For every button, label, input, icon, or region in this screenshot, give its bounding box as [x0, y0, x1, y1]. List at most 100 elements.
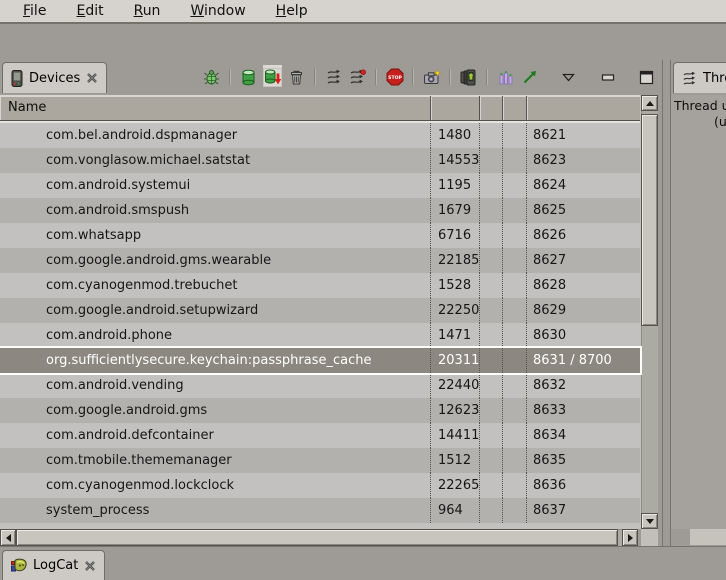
- blank-cell: [480, 173, 503, 198]
- vertical-scrollbar[interactable]: [641, 95, 658, 529]
- process-name: com.android.vending: [0, 373, 431, 398]
- debug-process-icon[interactable]: [202, 68, 221, 87]
- profiling-arrow-icon[interactable]: [520, 68, 539, 87]
- process-name: com.cyanogenmod.lockclock: [0, 473, 431, 498]
- right-arrow-icon: [628, 534, 633, 542]
- up-arrow-icon: [646, 101, 654, 106]
- table-row[interactable]: com.vonglasow.michael.satstat145538623: [0, 148, 640, 173]
- blank-cell: [503, 498, 527, 523]
- process-pid: 12623: [431, 398, 480, 423]
- column-header-port[interactable]: [527, 96, 640, 120]
- table-row[interactable]: system_process9648637: [0, 498, 640, 523]
- scroll-left-button[interactable]: [0, 529, 16, 546]
- process-name: org.sufficientlysecure.keychain:passphra…: [0, 348, 431, 373]
- table-row[interactable]: com.cyanogenmod.lockclock222658636: [0, 473, 640, 498]
- process-pid: 22250: [431, 298, 480, 323]
- process-port: 8630: [527, 323, 640, 348]
- table-row[interactable]: com.cyanogenmod.trebuchet15288628: [0, 273, 640, 298]
- table-row[interactable]: com.google.android.gms.wearable221858627: [0, 248, 640, 273]
- toolbar-separator: [412, 69, 414, 85]
- process-name: com.google.android.setupwizard: [0, 298, 431, 323]
- update-heap-icon[interactable]: [239, 68, 258, 87]
- logcat-bar: LogCat: [0, 546, 726, 578]
- table-row[interactable]: com.google.android.setupwizard222508629: [0, 298, 640, 323]
- close-icon[interactable]: [86, 72, 98, 84]
- menu-window[interactable]: Window: [177, 1, 258, 21]
- blank-cell: [480, 248, 503, 273]
- toolbar-separator: [229, 69, 231, 85]
- menu-bar: File Edit Run Window Help: [0, 0, 726, 24]
- screen-capture-icon[interactable]: [422, 68, 441, 87]
- scroll-down-button[interactable]: [641, 513, 658, 529]
- process-pid: 964: [431, 498, 480, 523]
- table-row[interactable]: com.bel.android.dspmanager14808621: [0, 123, 640, 148]
- process-port: 8626: [527, 223, 640, 248]
- minimize-icon[interactable]: [598, 68, 617, 87]
- dump-hprof-icon[interactable]: [263, 68, 282, 87]
- blank-cell: [480, 473, 503, 498]
- table-row[interactable]: com.android.defcontainer144118634: [0, 423, 640, 448]
- toolbar-separator: [449, 69, 451, 85]
- scroll-up-button[interactable]: [641, 95, 658, 111]
- close-icon[interactable]: [84, 560, 96, 572]
- cause-gc-icon[interactable]: [287, 68, 306, 87]
- maximize-icon[interactable]: [637, 68, 656, 87]
- process-name: com.android.phone: [0, 323, 431, 348]
- view-menu-icon[interactable]: [559, 68, 578, 87]
- scrollbar-corner: [641, 529, 658, 546]
- device-screen-icon[interactable]: [459, 68, 478, 87]
- table-row[interactable]: com.android.vending224408632: [0, 373, 640, 398]
- menu-help[interactable]: Help: [263, 1, 321, 21]
- process-port: 8635: [527, 448, 640, 473]
- tab-logcat[interactable]: LogCat: [2, 550, 105, 580]
- tab-threads[interactable]: Threads: [673, 62, 726, 93]
- process-pid: 22265: [431, 473, 480, 498]
- process-pid: 1679: [431, 198, 480, 223]
- process-pid: 1480: [431, 123, 480, 148]
- process-pid: 1528: [431, 273, 480, 298]
- table-row[interactable]: com.android.smspush16798625: [0, 198, 640, 223]
- column-header-blank2[interactable]: [503, 96, 527, 120]
- blank-cell: [503, 373, 527, 398]
- table-row[interactable]: com.google.android.gms126238633: [0, 398, 640, 423]
- tab-devices[interactable]: Devices: [2, 62, 107, 93]
- table-row[interactable]: com.whatsapp6716 8626: [0, 223, 640, 248]
- devices-tabbar: Devices: [0, 60, 662, 93]
- update-threads-icon[interactable]: [324, 68, 343, 87]
- column-header-pid[interactable]: [431, 96, 480, 120]
- process-pid: 20311: [431, 348, 480, 373]
- process-name: com.vonglasow.michael.satstat: [0, 148, 431, 173]
- process-port: 8632: [527, 373, 640, 398]
- logcat-tab-label: LogCat: [33, 558, 78, 573]
- table-row[interactable]: com.android.systemui11958624: [0, 173, 640, 198]
- blank-cell: [480, 323, 503, 348]
- horizontal-scrollbar[interactable]: [0, 529, 638, 546]
- sysinfo-icon[interactable]: [496, 68, 515, 87]
- toolbar-separator: [486, 69, 488, 85]
- process-name: com.whatsapp: [0, 223, 431, 248]
- down-arrow-icon: [646, 519, 654, 524]
- horizontal-scrollbar-thumb[interactable]: [16, 529, 618, 546]
- threads-tab-label: Threads: [703, 71, 726, 86]
- table-row[interactable]: com.tmobile.thememanager15128635: [0, 448, 640, 473]
- process-pid: 6716: [431, 223, 480, 248]
- process-port: 8628: [527, 273, 640, 298]
- method-profiling-icon[interactable]: [348, 68, 367, 87]
- process-pid: 1195: [431, 173, 480, 198]
- column-header-blank1[interactable]: [480, 96, 503, 120]
- column-header-name[interactable]: Name: [0, 96, 431, 120]
- scroll-right-button[interactable]: [622, 529, 638, 546]
- devices-view: Devices: [0, 60, 663, 546]
- blank-cell: [503, 148, 527, 173]
- menu-file[interactable]: File: [10, 1, 59, 21]
- process-name: com.android.smspush: [0, 198, 431, 223]
- vertical-scrollbar-thumb[interactable]: [641, 114, 658, 326]
- blank-cell: [480, 223, 503, 248]
- menu-run[interactable]: Run: [121, 1, 174, 21]
- blank-cell: [480, 398, 503, 423]
- stop-process-icon[interactable]: STOP: [385, 68, 404, 87]
- table-row[interactable]: org.sufficientlysecure.keychain:passphra…: [0, 348, 640, 373]
- menu-edit[interactable]: Edit: [63, 1, 116, 21]
- blank-cell: [503, 248, 527, 273]
- table-row[interactable]: com.android.phone14718630: [0, 323, 640, 348]
